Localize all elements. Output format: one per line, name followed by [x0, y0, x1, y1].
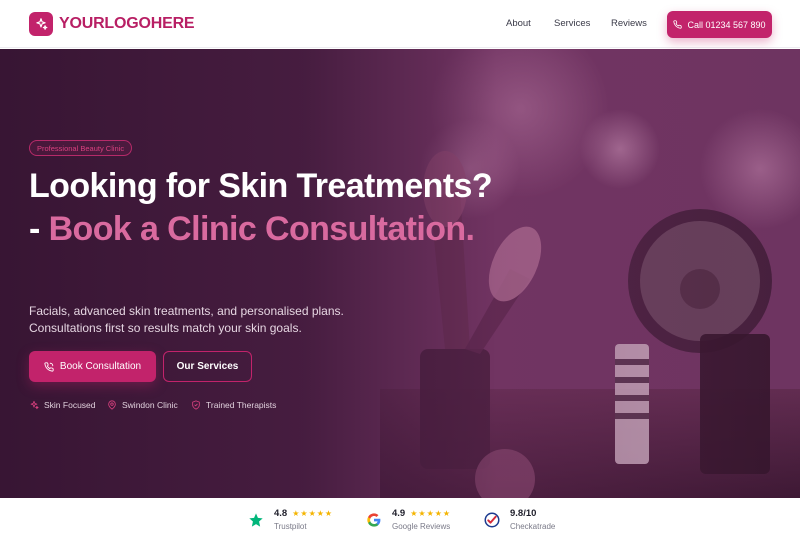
our-services-button[interactable]: Our Services [163, 351, 252, 382]
checkatrade-icon [481, 509, 503, 531]
headline-accent: Book a Clinic Consultation. [48, 210, 475, 248]
review-google[interactable]: 4.9 ★★★★★ Google Reviews [363, 508, 451, 531]
google-g-icon [363, 509, 385, 531]
review-score: 9.8/10 [510, 508, 537, 519]
hero-subtitle: Facials, advanced skin treatments, and p… [29, 304, 344, 335]
logo[interactable]: YOURLOGOHERE [29, 12, 195, 36]
rating-stars: ★★★★★ [410, 509, 452, 518]
hero-badge: Professional Beauty Clinic [29, 140, 133, 156]
call-button-label: Call 01234 567 890 [687, 19, 766, 30]
phone-icon [44, 361, 54, 372]
sparkle-icon [29, 400, 39, 410]
logo-text: YOURLOGOHERE [59, 15, 195, 32]
feature-label: Swindon Clinic [122, 400, 178, 410]
feature-skin-focused: Skin Focused [29, 400, 96, 410]
phone-icon [673, 20, 683, 29]
reviews-strip: 4.8 ★★★★★ Trustpilot 4.9 ★★★★★ Google Re… [0, 498, 800, 547]
nav-link-about[interactable]: About [506, 18, 531, 29]
nav-link-services[interactable]: Services [554, 18, 590, 29]
review-source: Google Reviews [392, 522, 451, 531]
review-source: Checkatrade [510, 522, 556, 531]
feature-trained-therapists: Trained Therapists [191, 400, 276, 410]
shield-check-icon [191, 400, 201, 410]
hero-section: Professional Beauty Clinic Looking for S… [0, 49, 800, 498]
sparkle-icon [29, 12, 53, 36]
review-trustpilot[interactable]: 4.8 ★★★★★ Trustpilot [245, 508, 333, 531]
review-source: Trustpilot [274, 522, 307, 531]
review-score: 4.9 [392, 508, 406, 519]
hero-overlay [0, 49, 800, 498]
trustpilot-star-icon [245, 509, 267, 531]
feature-label: Trained Therapists [206, 400, 277, 410]
call-button[interactable]: Call 01234 567 890 [667, 11, 772, 38]
nav-link-reviews[interactable]: Reviews [611, 18, 647, 29]
feature-swindon-clinic: Swindon Clinic [107, 400, 178, 410]
rating-stars: ★★★★★ [292, 509, 334, 518]
review-checkatrade[interactable]: 9.8/10 Checkatrade [481, 508, 555, 531]
review-score: 4.8 [274, 508, 288, 519]
book-consultation-label: Book Consultation [59, 361, 142, 372]
top-navigation: YOURLOGOHERE About Services Reviews Call… [0, 0, 800, 48]
feature-label: Skin Focused [44, 400, 96, 410]
book-consultation-button[interactable]: Book Consultation [29, 351, 156, 382]
hero-headline: Looking for Skin Treatments? - Book a Cl… [29, 165, 509, 251]
map-pin-icon [107, 400, 117, 410]
